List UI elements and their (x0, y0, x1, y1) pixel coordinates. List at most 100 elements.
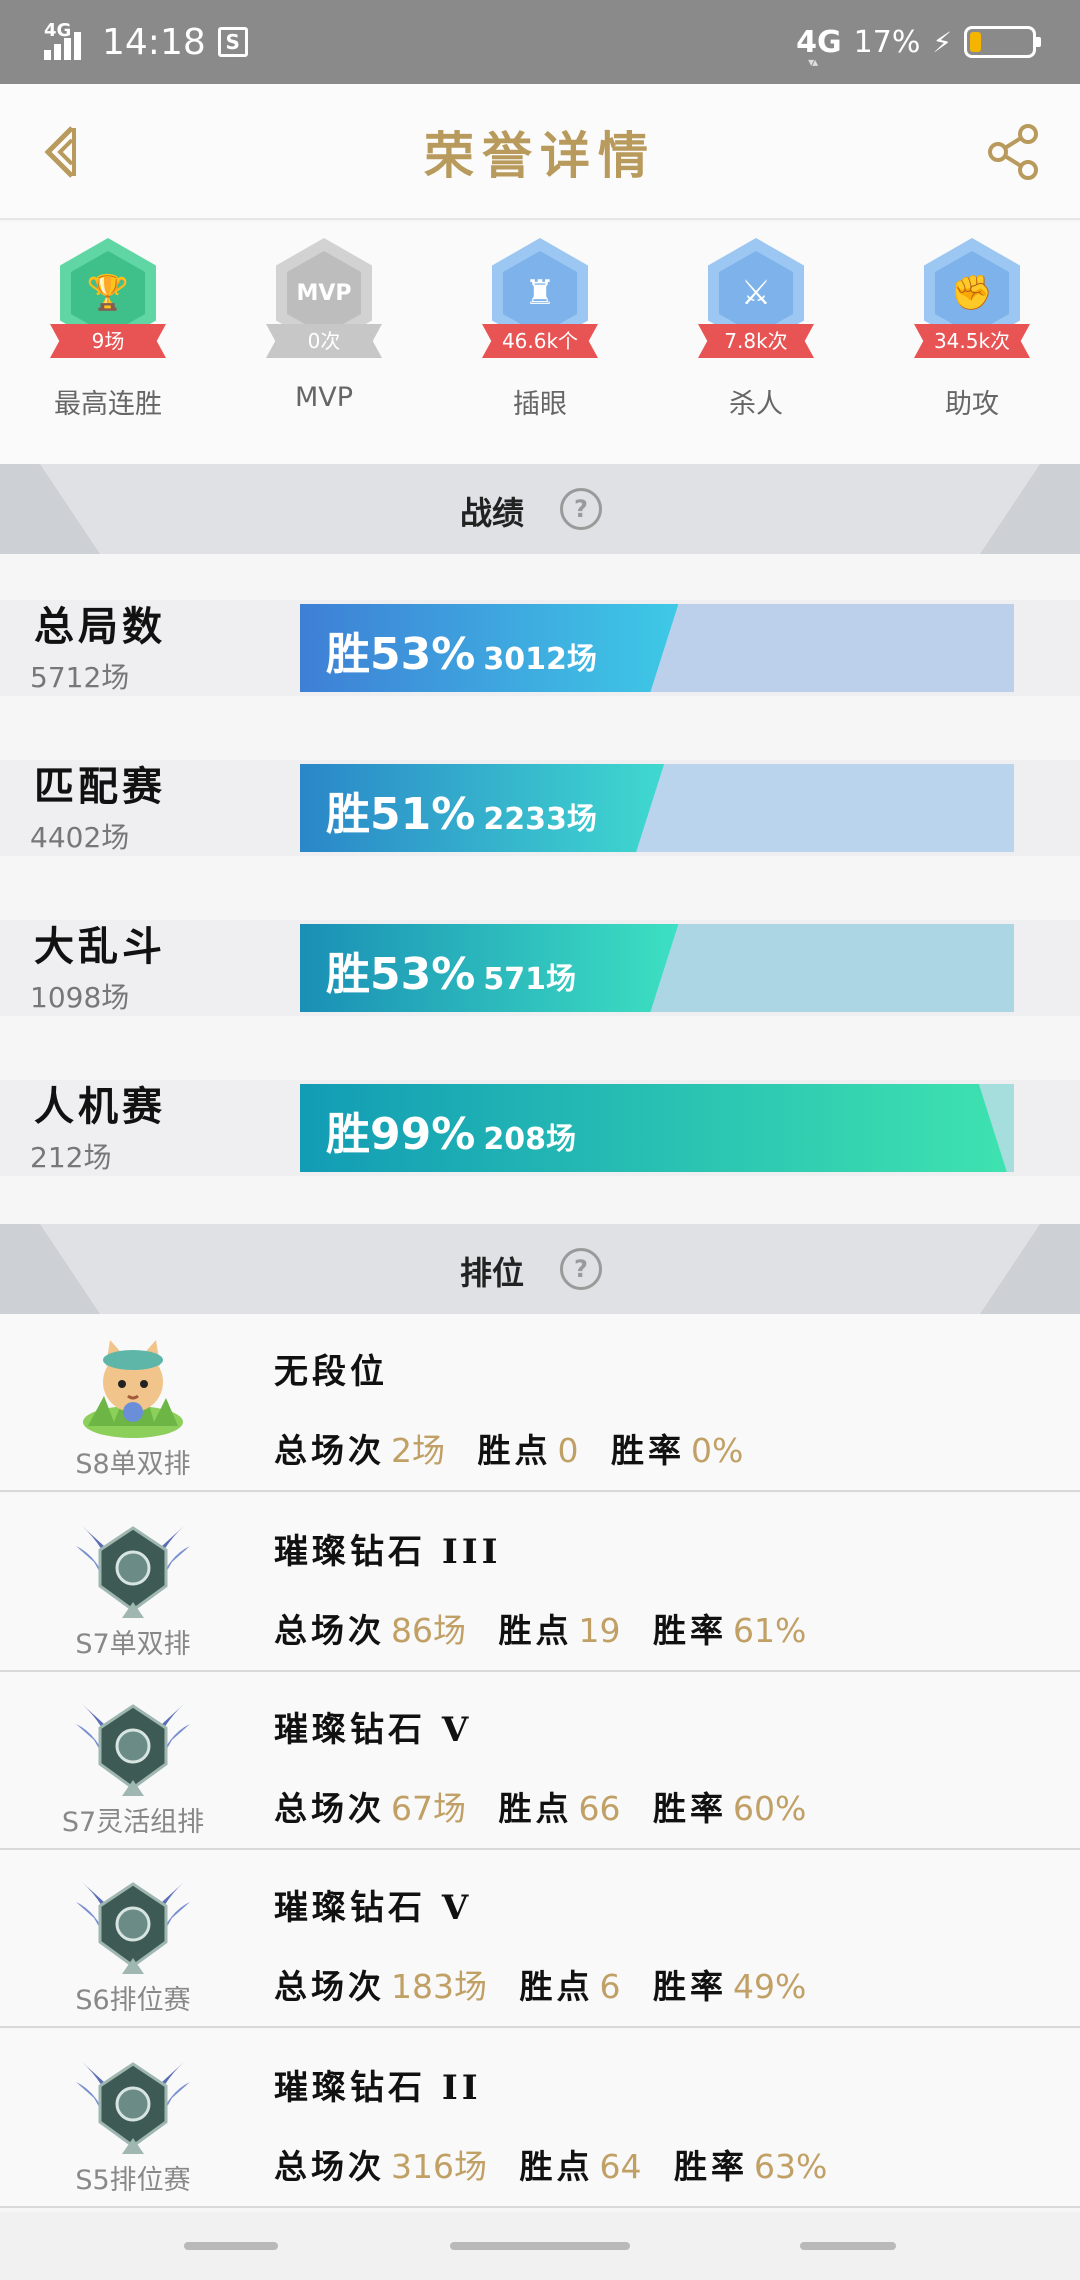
honor-glyph: 🏆 (71, 251, 145, 335)
honor-label: MVP (294, 382, 354, 413)
winrate-text: 胜99% 208场 (326, 1098, 576, 1162)
winrate-value: 49% (733, 1967, 807, 2006)
stat-name: 人机赛 (34, 1083, 166, 1130)
rank-tier: 璀璨钻石 V (274, 1710, 473, 1750)
honor-label: 插眼 (513, 389, 567, 420)
honor-label: 最高连胜 (54, 389, 162, 420)
stat-total: 4402场 (30, 821, 130, 854)
rank-tier: 璀璨钻石 III (274, 1532, 502, 1572)
stat-total: 1098场 (30, 981, 130, 1014)
honor-label: 杀人 (729, 389, 783, 420)
games-value: 2场 (391, 1431, 445, 1470)
rank-tier: 璀璨钻石 V (274, 1888, 473, 1928)
honor-value: 9场 (50, 324, 166, 358)
win-percent: 胜51% (326, 789, 476, 840)
winrate-label: 胜率 (653, 1967, 727, 2006)
stat-name: 总局数 (34, 603, 166, 650)
games-value: 183场 (391, 1967, 487, 2006)
winrate-bar: 胜53% 3012场 (300, 604, 1014, 692)
winrate-value: 60% (733, 1789, 807, 1828)
stat-row[interactable]: 匹配赛 4402场 胜51% 2233场 (0, 760, 1080, 856)
win-games: 208场 (483, 1122, 576, 1157)
status-bar: 4G 14:18 S 4G 17% ⚡ (0, 0, 1080, 84)
win-games: 2233场 (483, 802, 597, 837)
winrate-label: 胜率 (611, 1431, 685, 1470)
rank-season: S6排位赛 (75, 1985, 191, 2016)
stat-row[interactable]: 大乱斗 1098场 胜53% 571场 (0, 920, 1080, 1016)
page-title: 荣誉详情 (424, 126, 656, 185)
rank-stats: 总场次 67场 胜点 66 胜率 60% (274, 1782, 828, 1830)
games-label: 总场次 (274, 1967, 385, 2006)
points-label: 胜点 (519, 1967, 594, 2006)
honor-glyph: ♜ (503, 251, 577, 335)
charging-icon: ⚡ (932, 25, 952, 59)
honor-glyph: MVP (287, 251, 361, 335)
honor-item: 🏆 9场 最高连胜 (0, 222, 216, 464)
win-games: 571场 (483, 962, 576, 997)
diamond-rank-icon (74, 1506, 192, 1622)
stat-name: 匹配赛 (34, 763, 166, 810)
rank-item[interactable]: S8单双排 无段位 总场次 2场 胜点 0 胜率 0% (0, 1314, 1080, 1492)
rank-section-header: 排位 ? (0, 1224, 1080, 1314)
honor-label: 助攻 (945, 389, 999, 420)
games-label: 总场次 (274, 1611, 385, 1650)
help-icon[interactable]: ? (560, 1248, 602, 1290)
points-value: 0 (557, 1431, 579, 1470)
rank-item[interactable]: S7单双排 璀璨钻石 III 总场次 86场 胜点 19 胜率 61% (0, 1494, 1080, 1672)
record-section-header: 战绩 ? (0, 464, 1080, 554)
header: 荣誉详情 (0, 84, 1080, 220)
rank-item[interactable]: S6排位赛 璀璨钻石 V 总场次 183场 胜点 6 胜率 49% (0, 1850, 1080, 2028)
winrate-bar: 胜51% 2233场 (300, 764, 1014, 852)
rank-item[interactable]: S5排位赛 璀璨钻石 II 总场次 316场 胜点 64 胜率 63% (0, 2030, 1080, 2208)
nav-menu-button[interactable] (184, 2242, 278, 2250)
win-percent: 胜99% (326, 1109, 476, 1160)
points-value: 66 (578, 1789, 621, 1828)
navigation-bar (0, 2212, 1080, 2280)
points-value: 64 (599, 2147, 642, 2186)
nav-home-button[interactable] (450, 2242, 630, 2250)
winrate-bar: 胜53% 571场 (300, 924, 1014, 1012)
signal-icon: 4G (44, 20, 90, 62)
battery-icon (964, 26, 1041, 58)
honor-value: 46.6k个 (482, 324, 598, 358)
honor-item: MVP 0次 MVP (216, 222, 432, 464)
points-value: 6 (599, 1967, 621, 2006)
diamond-rank-icon (74, 1862, 192, 1978)
winrate-value: 0% (691, 1431, 744, 1470)
help-icon[interactable]: ? (560, 488, 602, 530)
points-value: 19 (578, 1611, 621, 1650)
nav-back-button[interactable] (800, 2242, 896, 2250)
diamond-rank-icon (74, 2042, 192, 2158)
honor-glyph: ✊ (935, 251, 1009, 335)
stat-row[interactable]: 总局数 5712场 胜53% 3012场 (0, 600, 1080, 696)
points-label: 胜点 (477, 1431, 552, 1470)
games-label: 总场次 (274, 1431, 385, 1470)
winrate-text: 胜53% 571场 (326, 938, 576, 1002)
winrate-label: 胜率 (653, 1611, 727, 1650)
rank-season: S7灵活组排 (61, 1807, 205, 1838)
rank-section-title: 排位 (460, 1254, 525, 1292)
winrate-value: 63% (754, 2147, 828, 2186)
points-label: 胜点 (519, 2147, 594, 2186)
cat-rank-icon (74, 1326, 192, 1442)
diamond-rank-icon (74, 1684, 192, 1800)
winrate-bar: 胜99% 208场 (300, 1084, 1014, 1172)
rank-stats: 总场次 86场 胜点 19 胜率 61% (274, 1604, 828, 1652)
games-label: 总场次 (274, 1789, 385, 1828)
clock: 14:18 (102, 21, 206, 63)
points-label: 胜点 (498, 1789, 573, 1828)
rank-season: S8单双排 (75, 1449, 191, 1480)
stat-row[interactable]: 人机赛 212场 胜99% 208场 (0, 1080, 1080, 1176)
battery-percent: 17% (853, 24, 921, 60)
share-icon[interactable] (982, 120, 1046, 184)
rank-stats: 总场次 183场 胜点 6 胜率 49% (274, 1960, 828, 2008)
rank-tier: 无段位 (274, 1352, 388, 1392)
honor-glyph: ⚔ (719, 251, 793, 335)
honor-value: 7.8k次 (698, 324, 814, 358)
rank-item[interactable]: S7灵活组排 璀璨钻石 V 总场次 67场 胜点 66 胜率 60% (0, 1672, 1080, 1850)
network-indicator: 4G (796, 25, 842, 69)
stat-total: 212场 (30, 1141, 112, 1174)
games-value: 316场 (391, 2147, 487, 2186)
honor-value: 34.5k次 (914, 324, 1030, 358)
win-games: 3012场 (483, 642, 597, 677)
